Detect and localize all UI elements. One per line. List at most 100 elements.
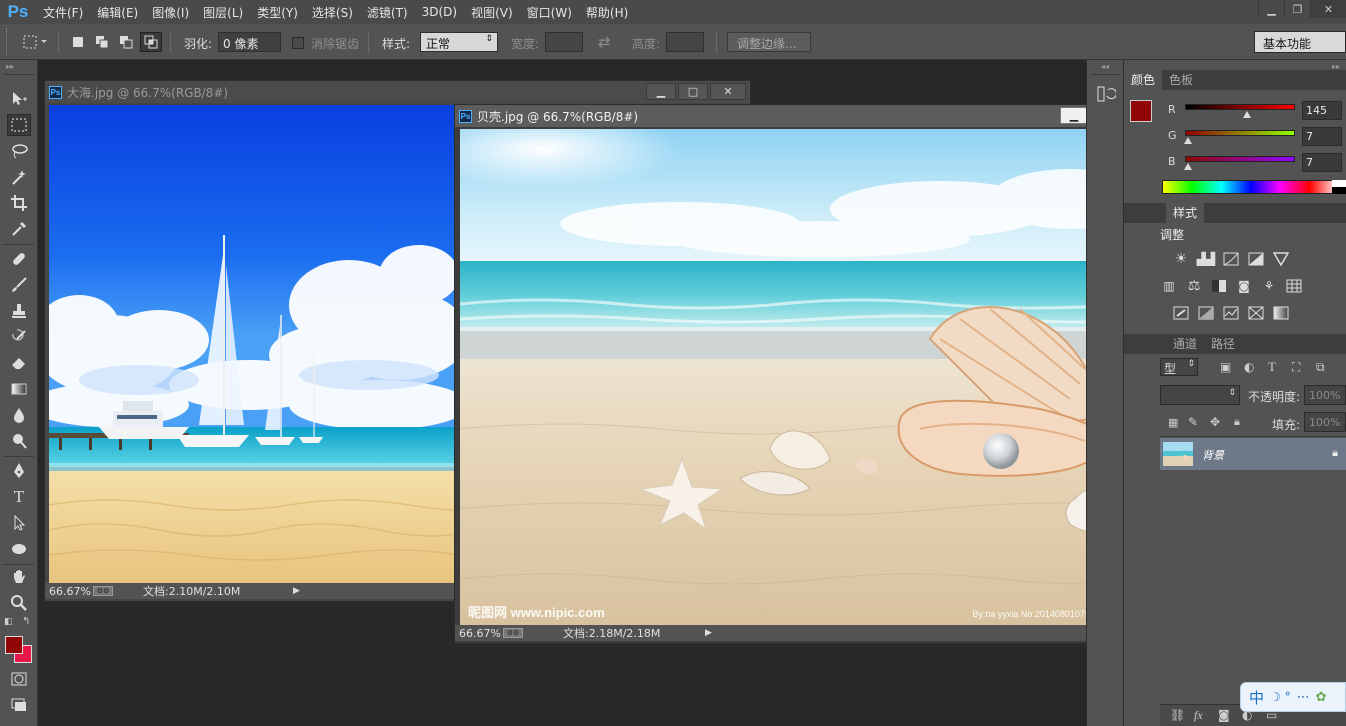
default-colors-icon[interactable]: ◧ [4, 617, 13, 627]
zoom-tool[interactable] [7, 592, 31, 614]
menu-filter[interactable]: 滤镜(T) [360, 4, 415, 21]
posterize-adjust-icon[interactable] [1197, 305, 1215, 321]
style-select[interactable]: 正常 ⇕ [420, 32, 498, 52]
filter-adjustment-icon[interactable]: ◐ [1244, 360, 1254, 374]
status-preview-icon[interactable]: ⚙⚙ [93, 586, 113, 596]
tab-color[interactable]: 颜色 [1124, 69, 1163, 90]
menu-3d[interactable]: 3D(D) [415, 5, 464, 19]
eraser-tool[interactable] [7, 352, 31, 374]
minimize-document-button[interactable]: ▁ [646, 83, 676, 100]
magic-wand-tool[interactable] [7, 166, 31, 188]
green-track[interactable] [1185, 130, 1295, 136]
workspace-switcher[interactable]: 基本功能 [1254, 31, 1346, 53]
curves-adjust-icon[interactable] [1222, 251, 1240, 267]
filter-smart-object-icon[interactable]: ⧉ [1316, 360, 1325, 375]
tab-paths[interactable]: 路径 [1204, 333, 1242, 354]
lock-transparent-icon[interactable]: ▦ [1168, 416, 1178, 429]
black-white-adjust-icon[interactable] [1210, 278, 1228, 294]
refine-edge-button[interactable]: 调整边缘... [727, 32, 811, 52]
red-knob[interactable] [1243, 111, 1251, 118]
tab-channels[interactable]: 通道 [1166, 333, 1204, 354]
screen-mode-button[interactable] [7, 694, 31, 716]
collapse-tools-icon[interactable]: ▸▸ [6, 62, 14, 71]
move-tool[interactable] [7, 88, 31, 110]
document-titlebar[interactable]: Ps 大海.jpg @ 66.7%(RGB/8#) ▁ □ ✕ [45, 81, 750, 103]
zoom-level[interactable]: 66.67% [459, 627, 503, 640]
tab-swatches[interactable]: 色板 [1162, 69, 1200, 90]
color-spectrum-ramp[interactable] [1162, 180, 1340, 194]
shell-canvas-image[interactable]: 昵图网 www.nipic.com By:na yyxia No:2014080… [460, 129, 1143, 625]
menu-type[interactable]: 类型(Y) [250, 4, 305, 21]
layer-row-background[interactable]: 背景 🔒︎ [1160, 438, 1346, 470]
gradient-map-icon[interactable] [1272, 305, 1290, 321]
zoom-level[interactable]: 66.67% [49, 585, 93, 598]
layer-name[interactable]: 背景 [1202, 447, 1224, 463]
color-panel-foreground-swatch[interactable] [1130, 100, 1152, 122]
invert-adjust-icon[interactable] [1172, 305, 1190, 321]
hue-adjust-icon[interactable]: ▥ [1160, 278, 1178, 294]
ellipse-tool[interactable] [7, 538, 31, 560]
threshold-adjust-icon[interactable] [1222, 305, 1240, 321]
green-value-input[interactable]: 7 [1302, 127, 1342, 146]
blue-slider[interactable]: B 7 [1162, 152, 1342, 176]
brush-tool[interactable] [7, 274, 31, 296]
green-knob[interactable] [1184, 137, 1192, 144]
green-slider[interactable]: G 7 [1162, 126, 1342, 150]
minimize-document-button[interactable]: ▁ [1060, 107, 1088, 124]
brightness-adjust-icon[interactable]: ☀ [1172, 251, 1190, 267]
gradient-tool[interactable] [7, 378, 31, 400]
tab-styles[interactable]: 样式 [1166, 202, 1205, 223]
document-titlebar[interactable]: Ps 贝壳.jpg @ 66.7%(RGB/8#) ▁ □ ✕ [455, 105, 1160, 127]
rectangular-marquee-tool[interactable] [7, 114, 31, 136]
add-to-selection-icon[interactable] [94, 34, 110, 50]
filter-type-icon[interactable]: T [1268, 359, 1276, 375]
swap-dimensions-icon[interactable]: ⇄ [598, 33, 611, 51]
blend-mode-select[interactable]: ⇕ [1160, 385, 1240, 405]
menu-edit[interactable]: 编辑(E) [90, 4, 145, 21]
levels-adjust-icon[interactable]: ▟▟ [1197, 251, 1215, 267]
ime-toolbar[interactable]: 中 ☽ ° ⋯ ✿ [1240, 682, 1346, 712]
feather-input[interactable]: 0 像素 [218, 32, 281, 52]
lock-all-icon[interactable]: 🔒︎ [1234, 415, 1240, 429]
blue-track[interactable] [1185, 156, 1295, 162]
maximize-document-button[interactable]: □ [678, 83, 708, 100]
type-tool[interactable]: T [7, 486, 31, 508]
width-input[interactable] [545, 32, 583, 52]
status-menu-arrow-icon[interactable]: ▶ [705, 628, 712, 638]
layer-fx-icon[interactable]: fx [1194, 708, 1203, 723]
red-value-input[interactable]: 145 [1302, 101, 1342, 120]
quick-mask-button[interactable] [7, 668, 31, 690]
lock-pixels-icon[interactable]: ✎ [1188, 415, 1198, 429]
exposure-adjust-icon[interactable] [1247, 251, 1265, 267]
color-lookup-icon[interactable] [1285, 278, 1303, 294]
selective-color-icon[interactable] [1247, 305, 1265, 321]
menu-image[interactable]: 图像(I) [145, 4, 196, 21]
pen-tool[interactable] [7, 460, 31, 482]
collapse-panels-icon[interactable]: ◂◂ [1101, 62, 1109, 71]
history-panel-icon[interactable] [1096, 84, 1116, 104]
marquee-preset-icon[interactable] [22, 34, 48, 50]
foreground-color-swatch[interactable] [5, 636, 23, 654]
subtract-from-selection-icon[interactable] [118, 34, 134, 50]
restore-app-button[interactable]: ❐ [1284, 0, 1310, 18]
close-document-button[interactable]: ✕ [710, 83, 746, 100]
clone-stamp-tool[interactable] [7, 300, 31, 322]
link-layers-icon[interactable]: ⛓ [1170, 708, 1185, 722]
filter-image-icon[interactable]: ▣ [1220, 360, 1231, 374]
blue-knob[interactable] [1184, 163, 1192, 170]
photo-filter-icon[interactable]: ◙ [1235, 278, 1253, 294]
layer-kind-filter[interactable]: 型 ⇕ [1160, 358, 1198, 376]
history-brush-tool[interactable] [7, 326, 31, 348]
filter-shape-icon[interactable]: ⛶ [1292, 360, 1300, 375]
blue-value-input[interactable]: 7 [1302, 153, 1342, 172]
menu-window[interactable]: 窗口(W) [520, 4, 579, 21]
fill-input[interactable]: 100% [1304, 412, 1346, 432]
lasso-tool[interactable] [7, 140, 31, 162]
opacity-input[interactable]: 100% [1304, 385, 1346, 405]
new-selection-icon[interactable] [70, 34, 86, 50]
status-menu-arrow-icon[interactable]: ▶ [293, 586, 300, 596]
eyedropper-tool[interactable] [7, 218, 31, 240]
menu-help[interactable]: 帮助(H) [579, 4, 635, 21]
menu-layer[interactable]: 图层(L) [196, 4, 250, 21]
red-track[interactable] [1185, 104, 1295, 110]
